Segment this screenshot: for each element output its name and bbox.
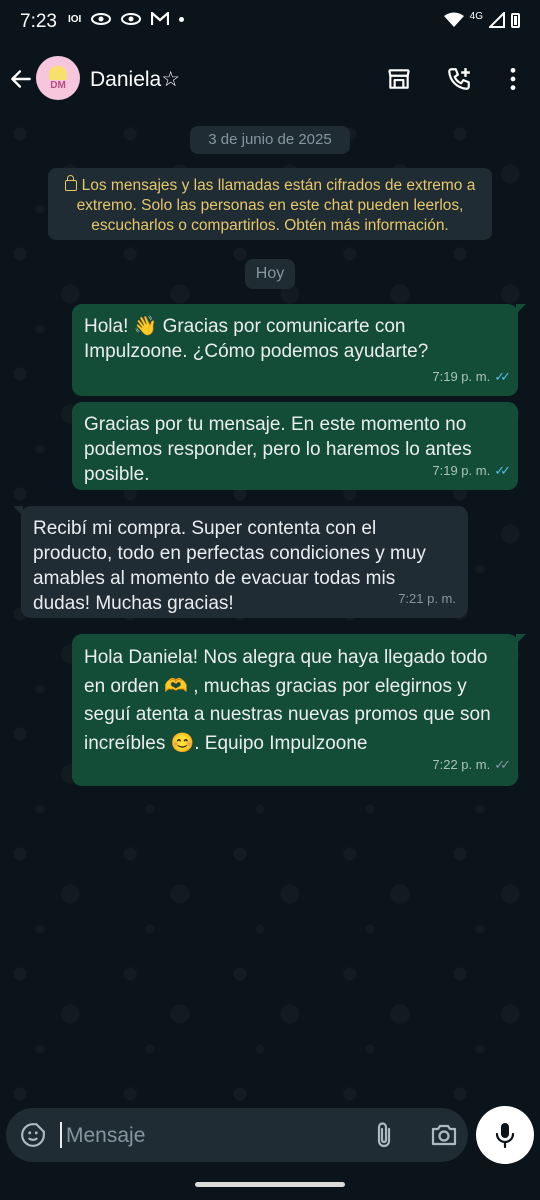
notification-icons: IOI — [68, 12, 185, 26]
home-indicator[interactable] — [195, 1182, 345, 1187]
message-text: Hola Daniela! Nos alegra que haya llegad… — [84, 647, 491, 754]
message-time: 7:22 p. m. — [432, 756, 491, 772]
eye-icon — [91, 13, 112, 25]
ioi-icon: IOI — [68, 13, 82, 25]
message-composer — [6, 1108, 468, 1162]
text-cursor — [60, 1122, 62, 1148]
message-meta: 7:21 p. m. — [398, 586, 456, 611]
microphone-icon — [495, 1123, 515, 1149]
today-chip: Hoy — [245, 259, 295, 289]
eye-icon — [121, 13, 142, 25]
dot-icon — [179, 16, 185, 22]
wifi-icon — [443, 12, 464, 27]
delivered-check-icon: ✓✓ — [494, 756, 511, 772]
message-meta: 7:19 p. m. ✓✓ — [432, 364, 511, 389]
lock-icon — [64, 175, 77, 191]
status-time: 7:23 — [20, 11, 57, 32]
message-time: 7:21 p. m. — [398, 591, 456, 606]
message-meta: 7:22 p. m. ✓✓ — [432, 751, 511, 780]
message-time: 7:19 p. m. — [432, 369, 491, 384]
gmail-icon — [151, 12, 170, 25]
back-arrow-icon[interactable] — [8, 66, 34, 92]
message-bubble[interactable]: Recibí mi compra. Super contenta con el … — [13, 506, 468, 618]
avatar-initials: DM — [50, 79, 66, 91]
system-icons: 4G — [443, 10, 520, 28]
message-bubble[interactable]: Gracias por tu mensaje. En este momento … — [72, 402, 518, 490]
store-icon[interactable] — [386, 66, 412, 92]
avatar[interactable]: DM — [36, 56, 80, 100]
battery-icon — [511, 12, 520, 28]
chat-header: DM Daniela☆ — [0, 44, 540, 114]
camera-icon[interactable] — [430, 1122, 458, 1148]
message-input[interactable] — [64, 1121, 348, 1151]
message-text: Recibí mi compra. Super contenta con el … — [33, 518, 426, 614]
status-bar: 7:23 IOI 4G — [0, 0, 540, 44]
paperclip-icon[interactable] — [372, 1121, 396, 1149]
message-bubble[interactable]: Hola! 👋 Gracias por comunicarte con Impu… — [72, 304, 526, 396]
avatar-heart-icon — [49, 65, 67, 80]
network-type: 4G — [469, 10, 483, 22]
message-time: 7:19 p. m. — [432, 463, 491, 478]
message-text: Hola! 👋 Gracias por comunicarte con Impu… — [84, 316, 429, 362]
contact-name[interactable]: Daniela☆ — [90, 67, 180, 92]
encryption-notice-text: Los mensajes y las llamadas están cifrad… — [76, 177, 476, 234]
message-text: Gracias por tu mensaje. En este momento … — [84, 414, 472, 485]
message-bubble[interactable]: Hola Daniela! Nos alegra que haya llegad… — [72, 634, 526, 786]
signal-icon — [489, 12, 505, 28]
voice-message-button[interactable] — [476, 1106, 534, 1164]
read-check-icon: ✓✓ — [494, 369, 511, 384]
encryption-notice[interactable]: Los mensajes y las llamadas están cifrad… — [48, 168, 492, 240]
overflow-menu-icon[interactable] — [500, 66, 526, 92]
sticker-icon[interactable] — [20, 1122, 46, 1148]
date-chip: 3 de junio de 2025 — [190, 126, 350, 154]
message-meta: 7:19 p. m. ✓✓ — [432, 458, 511, 483]
read-check-icon: ✓✓ — [494, 463, 511, 478]
add-call-icon[interactable] — [446, 66, 472, 92]
